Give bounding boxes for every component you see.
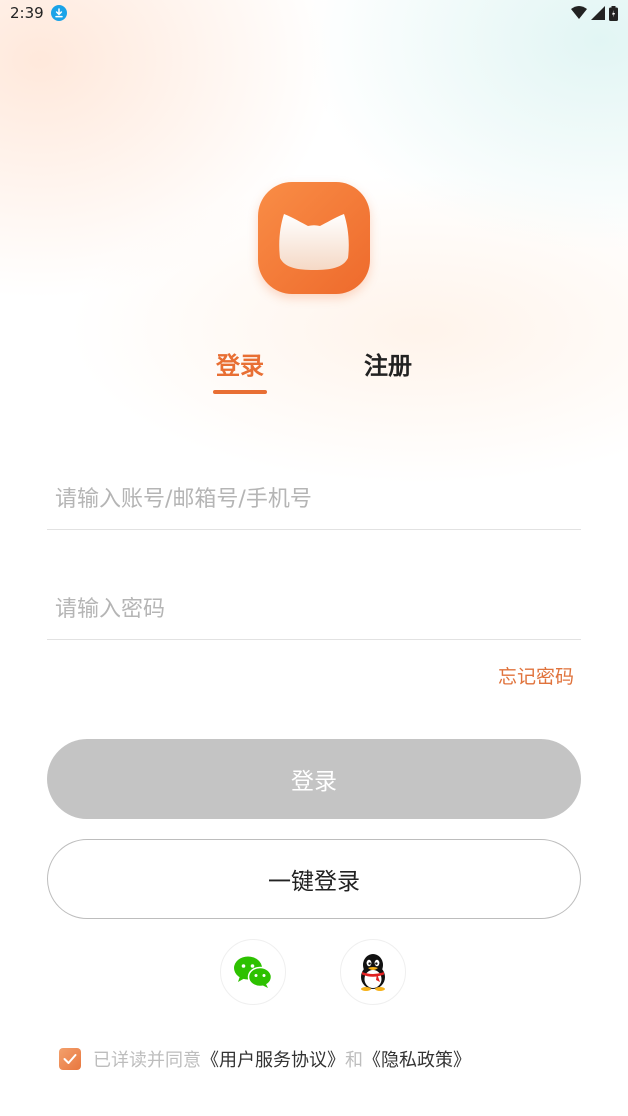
- qq-icon: [361, 954, 385, 991]
- agreement-checkbox[interactable]: [59, 1048, 81, 1070]
- forgot-password-link[interactable]: 忘记密码: [498, 662, 574, 689]
- status-time: 2:39: [10, 4, 44, 22]
- login-button[interactable]: 登录: [47, 739, 581, 819]
- status-bar: 2:39: [0, 0, 628, 26]
- agreement-and: 和: [345, 1050, 363, 1071]
- qq-login-button[interactable]: [340, 939, 406, 1005]
- cat-face-icon: [279, 214, 349, 270]
- password-field: [47, 580, 581, 640]
- tab-register[interactable]: 注册: [361, 346, 415, 381]
- tab-login[interactable]: 登录: [213, 346, 267, 381]
- user-agreement-link[interactable]: 《用户服务协议》: [201, 1046, 345, 1072]
- download-icon: [50, 5, 67, 21]
- agreement-prefix: 已详读并同意: [93, 1050, 201, 1071]
- wifi-icon: [571, 6, 587, 19]
- login-register-tabs: 登录 注册: [0, 346, 628, 396]
- wechat-icon: [234, 956, 273, 988]
- active-tab-indicator: [213, 390, 267, 394]
- account-field: [47, 470, 581, 530]
- agreement-row: 已详读并同意 《用户服务协议》 和 《隐私政策》: [59, 1046, 471, 1072]
- checkmark-icon: [63, 1054, 77, 1064]
- account-input[interactable]: [47, 470, 581, 529]
- wechat-login-button[interactable]: [220, 939, 286, 1005]
- background: [0, 0, 628, 1116]
- battery-icon: [609, 5, 618, 21]
- privacy-policy-link[interactable]: 《隐私政策》: [363, 1046, 471, 1072]
- app-logo: [258, 182, 370, 294]
- signal-icon: [591, 6, 605, 20]
- one-key-login-button[interactable]: 一键登录: [47, 839, 581, 919]
- password-input[interactable]: [47, 580, 581, 639]
